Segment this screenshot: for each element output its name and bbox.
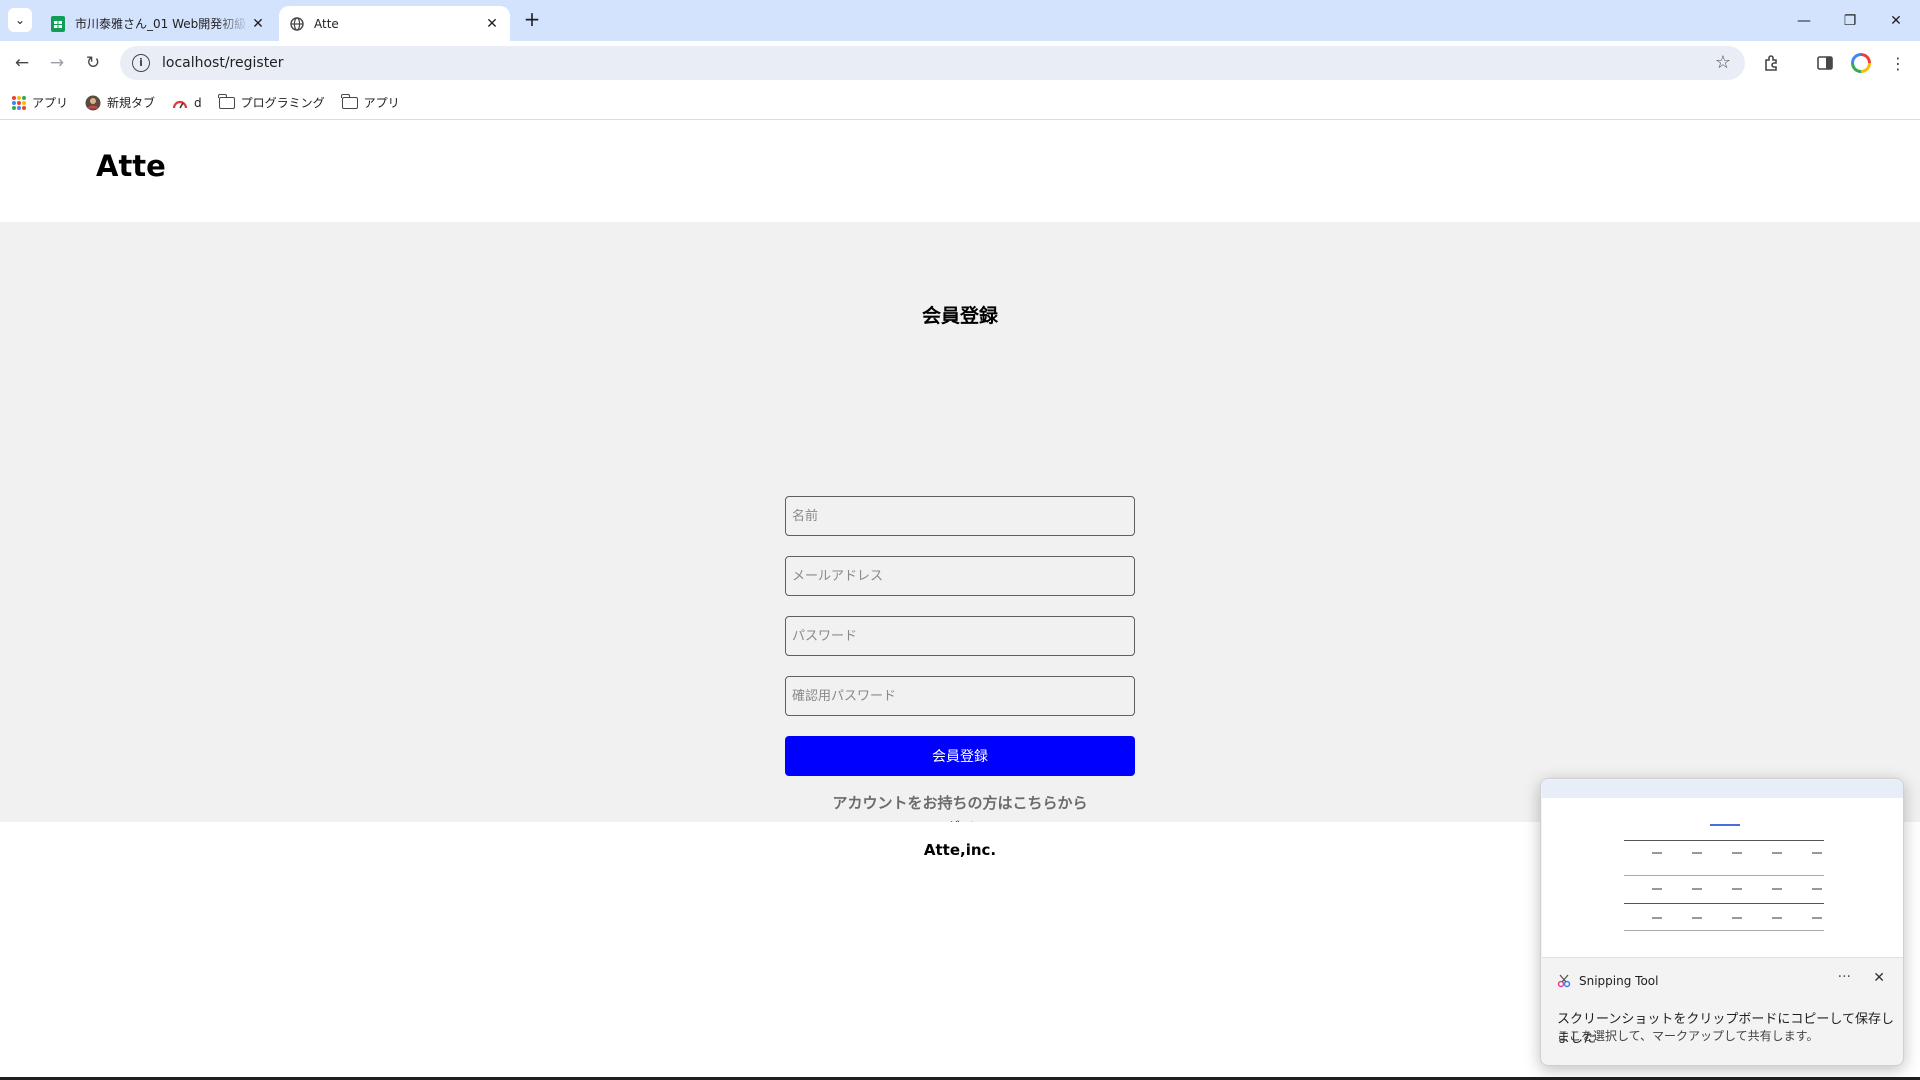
- name-field[interactable]: [785, 496, 1135, 536]
- back-icon[interactable]: ←: [7, 48, 37, 78]
- new-tab-button[interactable]: +: [520, 8, 544, 32]
- password-field[interactable]: [785, 616, 1135, 656]
- bookmark-folder-programming[interactable]: プログラミング: [218, 93, 325, 111]
- chevron-down-icon: ⌄: [14, 13, 26, 27]
- address-text: localhost/register: [162, 55, 284, 71]
- profile-avatar[interactable]: [1846, 48, 1876, 78]
- sheets-icon: [50, 15, 66, 32]
- browser-toolbar: ← → ↻ i localhost/register ☆ ⋮: [0, 41, 1920, 86]
- globe-icon: [289, 16, 305, 32]
- bookmark-label: アプリ: [32, 96, 69, 110]
- bookmark-label: アプリ: [363, 96, 400, 110]
- window-close-icon[interactable]: ✕: [1873, 0, 1919, 41]
- address-bar[interactable]: i localhost/register ☆: [120, 46, 1745, 80]
- extensions-icon[interactable]: [1757, 48, 1787, 78]
- site-header: Atte: [0, 121, 1920, 222]
- browser-tab-sheets[interactable]: 市川泰雅さん_01 Web開発初級コース ✕: [40, 6, 276, 41]
- toast-app: Snipping Tool: [1557, 974, 1658, 988]
- snipping-tool-notification[interactable]: Snipping Tool ··· ✕ スクリーンショットをクリップボードにコピ…: [1540, 778, 1904, 1066]
- toast-app-name: Snipping Tool: [1579, 974, 1659, 988]
- toast-sub-message: ここを選択して、マークアップして共有します。: [1557, 1029, 1819, 1043]
- apps-grid-icon: [12, 95, 26, 110]
- close-icon[interactable]: ✕: [484, 16, 500, 32]
- reload-icon[interactable]: ↻: [78, 48, 108, 78]
- bookmark-label: d: [194, 95, 202, 110]
- forward-icon[interactable]: →: [42, 48, 72, 78]
- side-panel-icon[interactable]: [1810, 48, 1840, 78]
- bookmark-folder-apps[interactable]: アプリ: [341, 93, 400, 111]
- folder-icon: [341, 93, 358, 109]
- tab-search-button[interactable]: ⌄: [8, 8, 32, 32]
- site-logo: Atte: [96, 149, 166, 183]
- site-info-icon[interactable]: i: [132, 54, 150, 72]
- bookmark-new-tab[interactable]: 新規タブ: [85, 94, 155, 111]
- more-options-icon[interactable]: ···: [1838, 969, 1851, 985]
- bookmark-apps[interactable]: アプリ: [12, 94, 68, 111]
- restore-icon[interactable]: ❐: [1827, 0, 1873, 41]
- bookmark-label: プログラミング: [240, 96, 325, 110]
- avatar-icon: [85, 95, 101, 111]
- browser-tab-atte[interactable]: Atte ✕: [279, 6, 510, 41]
- close-icon[interactable]: ✕: [1873, 970, 1885, 986]
- page-title: 会員登録: [921, 305, 998, 327]
- gauge-icon: [172, 97, 188, 109]
- minimize-icon[interactable]: —: [1781, 0, 1827, 41]
- snipping-tool-icon: [1557, 974, 1571, 988]
- bookmark-star-icon[interactable]: ☆: [1715, 52, 1731, 73]
- email-field[interactable]: [785, 556, 1135, 596]
- close-icon[interactable]: ✕: [250, 16, 266, 32]
- folder-icon: [218, 93, 235, 109]
- more-menu-icon[interactable]: ⋮: [1883, 48, 1913, 78]
- password-confirm-field[interactable]: [785, 676, 1135, 716]
- screenshot-thumbnail[interactable]: [1542, 780, 1903, 958]
- bookmark-label: 新規タブ: [107, 96, 156, 110]
- tab-title: Atte: [314, 16, 339, 31]
- tab-title: 市川泰雅さん_01 Web開発初級コース: [75, 17, 250, 31]
- register-section: 会員登録 会員登録 アカウントをお持ちの方はこちらから ログイン: [0, 222, 1920, 837]
- bookmark-d[interactable]: d: [172, 96, 202, 110]
- browser-tab-bar: ⌄ 市川泰雅さん_01 Web開発初級コース ✕ Atte ✕ + — ❐ ✕: [0, 0, 1920, 41]
- bookmarks-bar: アプリ 新規タブ d プログラミング アプリ: [0, 86, 1920, 120]
- register-button[interactable]: 会員登録: [785, 736, 1135, 776]
